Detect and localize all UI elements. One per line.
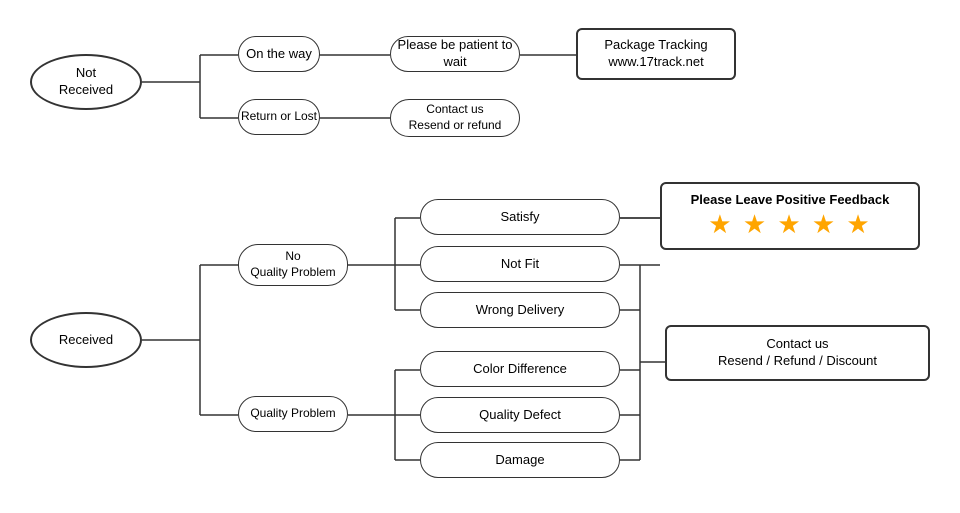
stars: ★ ★ ★ ★ ★ [678, 209, 902, 240]
not-fit-node: Not Fit [420, 246, 620, 282]
damage-node: Damage [420, 442, 620, 478]
return-lost-node: Return or Lost [238, 99, 320, 135]
package-tracking-node: Package Tracking www.17track.net [576, 28, 736, 80]
satisfy-node: Satisfy [420, 199, 620, 235]
flowchart-diagram: Not Received On the way Please be patien… [0, 0, 960, 513]
contact-resend-node: Contact us Resend or refund [390, 99, 520, 137]
quality-defect-node: Quality Defect [420, 397, 620, 433]
color-diff-node: Color Difference [420, 351, 620, 387]
patient-node: Please be patient to wait [390, 36, 520, 72]
not-received-node: Not Received [30, 54, 142, 110]
on-the-way-node: On the way [238, 36, 320, 72]
wrong-delivery-node: Wrong Delivery [420, 292, 620, 328]
feedback-box: Please Leave Positive Feedback ★ ★ ★ ★ ★ [660, 182, 920, 250]
no-quality-node: No Quality Problem [238, 244, 348, 286]
contact-resend2-node: Contact us Resend / Refund / Discount [665, 325, 930, 381]
received-node: Received [30, 312, 142, 368]
quality-problem-node: Quality Problem [238, 396, 348, 432]
feedback-label: Please Leave Positive Feedback [678, 192, 902, 207]
